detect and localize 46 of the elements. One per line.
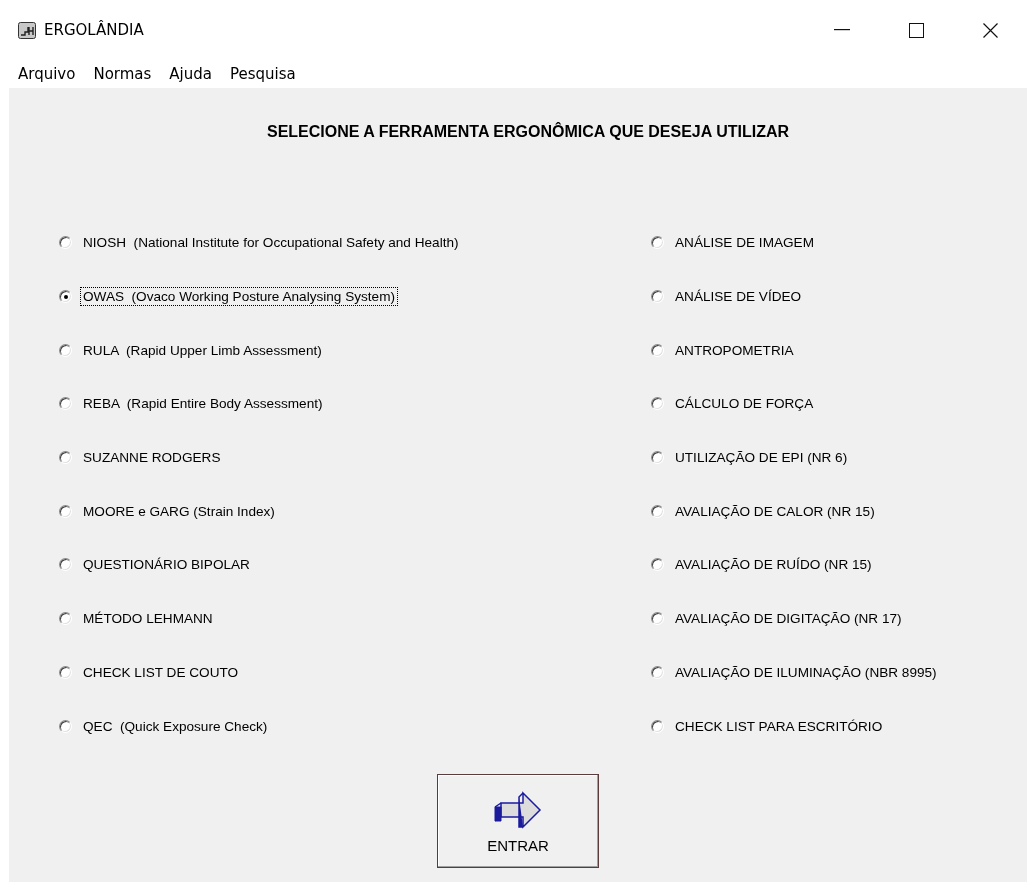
app-icon [18, 21, 36, 39]
option-label[interactable]: ANÁLISE DE IMAGEM [672, 233, 817, 253]
menu-item[interactable]: Ajuda [163, 63, 218, 85]
radio-button[interactable] [59, 290, 72, 304]
radio-button[interactable] [651, 665, 664, 679]
option-label[interactable]: AVALIAÇÃO DE ILUMINAÇÃO (NBR 8995) [672, 662, 940, 682]
option-label[interactable]: UTILIZAÇÃO DE EPI (NR 6) [672, 448, 851, 468]
radio-button[interactable] [59, 397, 72, 411]
radio-button[interactable] [651, 290, 664, 304]
radio-button[interactable] [59, 612, 72, 626]
radio-button[interactable] [651, 397, 664, 411]
option-label[interactable]: CÁLCULO DE FORÇA [672, 394, 817, 414]
radio-button[interactable] [59, 558, 72, 572]
option-label[interactable]: MÉTODO LEHMANN [80, 609, 216, 629]
option-label[interactable]: AVALIAÇÃO DE CALOR (NR 15) [672, 501, 878, 521]
menu-item[interactable]: Pesquisa [224, 63, 302, 85]
radio-button[interactable] [59, 236, 72, 250]
option-label[interactable]: CHECK LIST DE COUTO [80, 662, 242, 682]
menu-item[interactable]: Arquivo [12, 63, 82, 85]
radio-button[interactable] [651, 451, 664, 465]
option-label[interactable]: MOORE e GARG (Strain Index) [80, 501, 278, 521]
close-icon [982, 22, 998, 38]
option-label[interactable]: OWAS (Ovaco Working Posture Analysing System) [80, 287, 398, 307]
radio-button[interactable] [651, 612, 664, 626]
option-label[interactable]: AVALIAÇÃO DE DIGITAÇÃO (NR 17) [672, 609, 905, 629]
option-label[interactable]: ANÁLISE DE VÍDEO [672, 287, 805, 307]
radio-button[interactable] [651, 343, 664, 357]
option-label[interactable]: QUESTIONÁRIO BIPOLAR [80, 555, 253, 575]
radio-button[interactable] [651, 236, 664, 250]
option-label[interactable]: CHECK LIST PARA ESCRITÓRIO [672, 716, 886, 736]
window-title: ERGOLÂNDIA [44, 21, 144, 39]
option-label[interactable]: REBA (Rapid Entire Body Assessment) [80, 394, 326, 414]
radio-button[interactable] [59, 451, 72, 465]
option-label[interactable]: QEC (Quick Exposure Check) [80, 716, 271, 736]
maximize-icon [908, 22, 924, 38]
option-label[interactable]: ANTROPOMETRIA [672, 340, 797, 360]
instruction-heading: SELECIONE A FERRAMENTA ERGONÔMICA QUE DESEJA UTILIZAR [266, 122, 790, 142]
radio-button[interactable] [651, 558, 664, 572]
minimize-icon [834, 29, 850, 31]
option-label[interactable]: RULA (Rapid Upper Limb Assessment) [80, 340, 325, 360]
menu-item[interactable]: Normas [87, 63, 158, 85]
option-label[interactable]: AVALIAÇÃO DE RUÍDO (NR 15) [672, 555, 875, 575]
option-label[interactable]: NIOSH (National Institute for Occupational Safety and Health) [80, 233, 462, 253]
option-label[interactable]: SUZANNE RODGERS [80, 448, 224, 468]
enter-button[interactable]: ENTRAR [437, 773, 599, 868]
radio-button[interactable] [59, 504, 72, 518]
